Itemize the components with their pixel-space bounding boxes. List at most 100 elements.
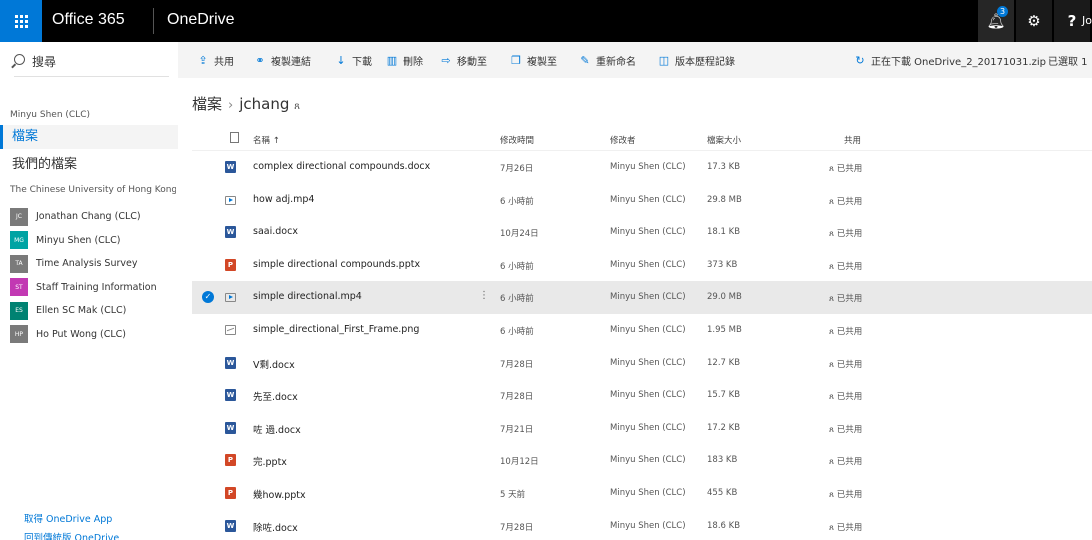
link-icon: ⚭: [255, 54, 265, 67]
file-name[interactable]: V剩.docx: [253, 357, 295, 371]
file-sharing[interactable]: ጸ 已共用: [829, 260, 862, 272]
shared-library-item[interactable]: ES Ellen SC Mak (CLC): [10, 299, 178, 323]
file-row[interactable]: W 先至.docx 7月28日 Minyu Shen (CLC) 15.7 KB…: [192, 379, 1092, 412]
file-size: 18.1 KB: [707, 227, 741, 238]
file-row[interactable]: P 完.pptx 10月12日 Minyu Shen (CLC) 183 KB …: [192, 444, 1092, 477]
file-sharing[interactable]: ጸ 已共用: [829, 292, 862, 304]
shared-library-item[interactable]: MG Minyu Shen (CLC): [10, 229, 178, 253]
file-sharing[interactable]: ጸ 已共用: [829, 455, 862, 467]
more-actions-icon[interactable]: ⋮: [479, 290, 489, 301]
file-modified: 6 小時前: [500, 294, 534, 305]
file-modified-by: Minyu Shen (CLC): [610, 520, 686, 531]
column-sharing[interactable]: 共用: [844, 134, 861, 146]
library-name: Ellen SC Mak (CLC): [36, 305, 127, 317]
file-sharing[interactable]: ጸ 已共用: [829, 488, 862, 500]
nav-item-files[interactable]: 檔案: [0, 125, 178, 149]
file-row[interactable]: P simple directional compounds.pptx 6 小時…: [192, 249, 1092, 282]
waffle-icon: [14, 14, 28, 28]
file-size: 17.2 KB: [707, 422, 741, 433]
file-sharing[interactable]: ጸ 已共用: [829, 423, 862, 435]
shared-libraries-list: JC Jonathan Chang (CLC) MG Minyu Shen (C…: [10, 205, 178, 346]
file-size: 373 KB: [707, 259, 738, 270]
checkmark-icon[interactable]: ✓: [202, 291, 214, 304]
library-avatar: TA: [10, 254, 28, 273]
shared-library-item[interactable]: ST Staff Training Information: [10, 276, 178, 300]
powerpoint-file-icon: P: [225, 486, 236, 499]
file-sharing[interactable]: ጸ 已共用: [829, 162, 862, 174]
history-icon: ◫: [658, 54, 670, 67]
settings-button[interactable]: ⚙: [1016, 0, 1052, 42]
selected-count[interactable]: 已選取 1: [1048, 53, 1088, 68]
file-row[interactable]: W 咗 過.docx 7月21日 Minyu Shen (CLC) 17.2 K…: [192, 412, 1092, 445]
file-name[interactable]: 咗 過.docx: [253, 422, 301, 436]
file-sharing[interactable]: ጸ 已共用: [829, 227, 862, 239]
file-row[interactable]: W 除咗.docx 7月28日 Minyu Shen (CLC) 18.6 KB…: [192, 510, 1092, 540]
file-sharing[interactable]: ጸ 已共用: [829, 195, 862, 207]
share-button[interactable]: ⇪ 共用: [197, 53, 234, 68]
file-name[interactable]: 幾how.pptx: [253, 487, 306, 501]
pencil-icon: ✎: [580, 54, 590, 67]
rename-button[interactable]: ✎ 重新命名: [579, 53, 636, 68]
file-row[interactable]: W V剩.docx 7月28日 Minyu Shen (CLC) 12.7 KB…: [192, 347, 1092, 380]
file-row-selected[interactable]: ✓ simple directional.mp4 ⋮ 6 小時前 Minyu S…: [192, 281, 1092, 314]
breadcrumb-current: jchang: [239, 95, 290, 113]
file-name[interactable]: complex directional compounds.docx: [253, 161, 430, 172]
user-account[interactable]: Jo: [1082, 14, 1092, 27]
breadcrumb: 檔案 › jchang ጸ: [192, 93, 300, 114]
app-launcher-button[interactable]: [0, 0, 42, 42]
file-modified-by: Minyu Shen (CLC): [610, 422, 686, 433]
file-name[interactable]: 除咗.docx: [253, 520, 298, 534]
file-name[interactable]: 先至.docx: [253, 389, 298, 403]
move-to-button[interactable]: ⇨ 移動至: [440, 53, 487, 68]
file-name[interactable]: how adj.mp4: [253, 194, 314, 205]
file-sharing[interactable]: ጸ 已共用: [829, 325, 862, 337]
file-modified-by: Minyu Shen (CLC): [610, 390, 686, 401]
chevron-right-icon: ›: [228, 98, 234, 113]
download-icon: ↓: [336, 54, 346, 67]
file-name[interactable]: simple directional.mp4: [253, 291, 362, 302]
file-row[interactable]: W saai.docx 10月24日 Minyu Shen (CLC) 18.1…: [192, 216, 1092, 249]
shared-icon: ጸ: [829, 261, 837, 272]
file-name[interactable]: 完.pptx: [253, 454, 287, 468]
get-app-link[interactable]: 取得 OneDrive App: [24, 511, 112, 525]
column-modified-by[interactable]: 修改者: [610, 134, 636, 146]
file-modified-by: Minyu Shen (CLC): [610, 162, 686, 172]
nav-item-our-files[interactable]: 我們的檔案: [12, 153, 77, 172]
app-name[interactable]: OneDrive: [167, 11, 235, 29]
move-icon: ⇨: [441, 54, 451, 67]
notifications-button[interactable]: 🔔︎ 3: [978, 0, 1014, 42]
suite-name[interactable]: Office 365: [52, 11, 125, 29]
search-box[interactable]: 搜尋: [14, 53, 169, 77]
shared-library-item[interactable]: HP Ho Put Wong (CLC): [10, 323, 178, 347]
file-row[interactable]: W complex directional compounds.docx 7月2…: [192, 151, 1092, 184]
download-button[interactable]: ↓ 下載: [335, 53, 372, 68]
classic-onedrive-link[interactable]: 回到傳統版 OneDrive: [24, 530, 119, 540]
copy-to-button[interactable]: ❐ 複製至: [510, 53, 557, 68]
left-navigation: 搜尋 Minyu Shen (CLC) 檔案 我們的檔案 The Chinese…: [0, 42, 178, 540]
file-row[interactable]: simple_directional_First_Frame.png 6 小時前…: [192, 314, 1092, 347]
file-type-header-icon[interactable]: [230, 132, 239, 143]
file-row[interactable]: P 幾how.pptx 5 天前 Minyu Shen (CLC) 455 KB…: [192, 477, 1092, 510]
breadcrumb-root[interactable]: 檔案: [192, 95, 222, 113]
version-history-button[interactable]: ◫ 版本歷程記錄: [658, 53, 735, 68]
word-file-icon: W: [225, 226, 236, 239]
file-row[interactable]: how adj.mp4 6 小時前 Minyu Shen (CLC) 29.8 …: [192, 184, 1092, 217]
shared-library-item[interactable]: JC Jonathan Chang (CLC): [10, 205, 178, 229]
column-name[interactable]: 名稱 ↑: [253, 134, 280, 146]
file-modified-by: Minyu Shen (CLC): [610, 487, 686, 498]
copy-link-button[interactable]: ⚭ 複製連結: [254, 53, 311, 68]
delete-button[interactable]: ▥ 刪除: [386, 53, 423, 68]
shared-library-item[interactable]: TA Time Analysis Survey: [10, 252, 178, 276]
file-sharing[interactable]: ጸ 已共用: [829, 521, 862, 533]
file-name[interactable]: simple directional compounds.pptx: [253, 259, 420, 270]
file-name[interactable]: saai.docx: [253, 226, 298, 237]
library-name: Minyu Shen (CLC): [36, 234, 121, 246]
file-sharing[interactable]: ጸ 已共用: [829, 390, 862, 402]
file-size: 17.3 KB: [707, 162, 741, 172]
column-size[interactable]: 檔案大小: [707, 134, 741, 146]
search-input[interactable]: 搜尋: [32, 53, 56, 70]
shared-icon: ጸ: [829, 489, 837, 500]
file-name[interactable]: simple_directional_First_Frame.png: [253, 324, 419, 335]
file-sharing[interactable]: ጸ 已共用: [829, 358, 862, 370]
column-modified[interactable]: 修改時間: [500, 134, 534, 146]
